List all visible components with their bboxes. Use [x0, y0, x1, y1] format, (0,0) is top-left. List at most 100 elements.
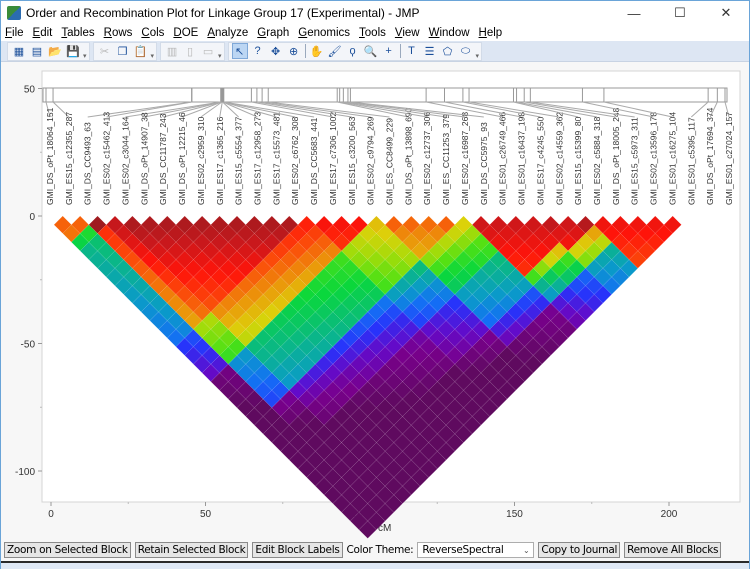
color-theme-value: ReverseSpectral — [422, 544, 504, 556]
crosshairs-plus-icon[interactable]: + — [381, 43, 397, 59]
marker-label[interactable]: GMI_DS_CC9493_63 — [83, 122, 93, 205]
marker-label[interactable]: GMI_ES02_c9794_269 — [366, 116, 376, 205]
marker-label[interactable]: GMI_ES01_c16437_198 — [517, 112, 527, 205]
columns-icon[interactable]: ▯ — [182, 43, 198, 59]
marker-label[interactable]: GMI_DS_oPt_17694_374 — [705, 107, 715, 205]
marker-label[interactable]: GMI_ES02_c16987_268 — [460, 112, 470, 205]
y-tick-label: 50 — [24, 85, 36, 96]
new-data-table-icon[interactable]: ▦ — [11, 43, 27, 59]
save-icon[interactable]: 💾 — [65, 43, 81, 59]
marker-label[interactable]: GMI_DS_oPt_18005_248 — [611, 107, 621, 205]
marker-label[interactable]: GMI_DS_oPt_13898_690 — [403, 107, 413, 205]
toolbar-separator — [304, 44, 306, 58]
y-tick-label: -50 — [21, 340, 36, 351]
help-icon[interactable]: ? — [250, 43, 266, 59]
toolbar-overflow-icon[interactable]: ▾ — [83, 52, 87, 60]
menu-graph[interactable]: Graph — [257, 27, 289, 39]
minimize-button[interactable]: — — [611, 1, 657, 25]
copy-icon[interactable]: ❐ — [115, 43, 131, 59]
marker-label[interactable]: GMI_ES17_c1365_216 — [215, 116, 225, 205]
marker-label[interactable]: GMI_ES02_c6762_308 — [290, 116, 300, 205]
toolbar-overflow-icon[interactable]: ▾ — [218, 52, 222, 60]
recombination-plot[interactable]: 500-50-100050100150200cMGMI_DS_oPt_18064… — [1, 63, 749, 539]
status-bar — [1, 561, 749, 569]
marker-label[interactable]: GMI_DS_oPt_18064_151 — [45, 107, 55, 205]
menu-bar: File Edit Tables Rows Cols DOE Analyze Graph Gen… — [1, 25, 749, 41]
edit-block-labels-button[interactable]: Edit Block Labels — [252, 542, 343, 558]
menu-analyze[interactable]: Analyze — [207, 27, 248, 39]
menu-tables[interactable]: Tables — [61, 27, 94, 39]
marker-label[interactable]: GMI_ES02_c5884_318 — [592, 116, 602, 205]
new-script-icon[interactable]: ▤ — [29, 43, 45, 59]
marker-label[interactable]: GMI_ES17_c15573_481 — [271, 112, 281, 205]
rows-icon[interactable]: ▭ — [200, 43, 216, 59]
chevron-down-icon: ⌄ — [523, 545, 530, 555]
x-tick-label: 0 — [48, 509, 54, 520]
marker-label[interactable]: GMI_ES02_c15462_413 — [102, 112, 112, 205]
toolbar-separator — [399, 44, 401, 58]
table-icon[interactable]: ▥ — [164, 43, 180, 59]
ellipse-icon[interactable]: ⬭ — [458, 43, 474, 59]
menu-rows[interactable]: Rows — [104, 27, 133, 39]
toolbar-overflow-icon[interactable]: ▾ — [151, 52, 155, 60]
magnifier-icon[interactable]: 🔍 — [363, 43, 379, 59]
marker-label[interactable]: GMI_ES15_c5554_377 — [234, 116, 244, 205]
lines-arrow-icon[interactable]: ☰ — [422, 43, 438, 59]
marker-label[interactable]: GMI_ES15_c3200_563 — [347, 116, 357, 205]
maximize-button[interactable]: ☐ — [657, 1, 703, 25]
color-theme-select[interactable]: ReverseSpectral ⌄ — [417, 542, 535, 558]
marker-label[interactable]: GMI_ES01_c26749_466 — [498, 112, 508, 205]
marker-label[interactable]: GMI_ES17_c4245_550 — [535, 116, 545, 205]
toolbar-overflow-icon[interactable]: ▾ — [476, 52, 480, 60]
menu-doe[interactable]: DOE — [173, 27, 198, 39]
marker-label[interactable]: GMI_ES_CC11253_379 — [441, 114, 451, 205]
menu-cols[interactable]: Cols — [141, 27, 164, 39]
marker-label[interactable]: GMI_ES15_c12355_287 — [64, 112, 74, 205]
toolbar-group: ✂ ❐ 📋 ▾ — [92, 41, 158, 61]
retain-selected-block-button[interactable]: Retain Selected Block — [134, 542, 249, 558]
marker-label[interactable]: GMI_ES02_c14559_362 — [554, 112, 564, 205]
title-bar: Order and Recombination Plot for Linkage… — [1, 1, 749, 25]
menu-edit[interactable]: Edit — [33, 27, 53, 39]
zoom-on-selected-block-button[interactable]: Zoom on Selected Block — [4, 542, 131, 558]
marker-label[interactable]: GMI_ES02_c12737_306 — [422, 112, 432, 205]
cut-icon[interactable]: ✂ — [97, 43, 113, 59]
remove-all-blocks-button[interactable]: Remove All Blocks — [624, 542, 722, 558]
menu-help[interactable]: Help — [479, 27, 503, 39]
copy-to-journal-button[interactable]: Copy to Journal — [538, 542, 621, 558]
paste-icon[interactable]: 📋 — [133, 43, 149, 59]
menu-tools[interactable]: Tools — [359, 27, 386, 39]
crosshair-icon[interactable]: ✥ — [268, 43, 284, 59]
marker-label[interactable]: GMI_ES17_c7306_1002 — [328, 112, 338, 205]
lasso-icon[interactable]: ϙ — [345, 43, 361, 59]
marker-label[interactable]: GMI_ES02_c13596_178 — [649, 112, 659, 205]
marker-label[interactable]: GMI_DS_oPt_14907_38 — [139, 112, 149, 205]
brush-select-icon[interactable]: ⊕ — [286, 43, 302, 59]
close-button[interactable]: ✕ — [703, 1, 749, 25]
marker-label[interactable]: GMI_ES15_c5973_311 — [630, 117, 640, 205]
hand-icon[interactable]: ✋ — [309, 43, 325, 59]
marker-label[interactable]: GMI_ES01_c16275_104 — [667, 112, 677, 205]
polygon-icon[interactable]: ⬠ — [440, 43, 456, 59]
x-tick-label: 150 — [506, 509, 523, 520]
marker-label[interactable]: GMI_ES17_c12958_273 — [252, 112, 262, 205]
marker-label[interactable]: GMI_DS_CC5975_93 — [479, 122, 489, 205]
marker-label[interactable]: GMI_DS_CC5683_441 — [309, 117, 319, 205]
marker-label[interactable]: GMI_ES02_c2959_310 — [196, 116, 206, 205]
arrow-pointer-icon[interactable]: ↖ — [231, 43, 248, 59]
annotate-icon[interactable]: T — [404, 43, 420, 59]
marker-label[interactable]: GMI_ES01_c27024_157 — [724, 112, 734, 205]
marker-label[interactable]: GMI_DS_CC11787_243 — [158, 113, 168, 205]
menu-window[interactable]: Window — [429, 27, 470, 39]
paint-brush-icon[interactable]: 🖌 — [327, 43, 343, 59]
menu-file[interactable]: File — [5, 27, 24, 39]
window-title: Order and Recombination Plot for Linkage… — [26, 6, 420, 20]
menu-genomics[interactable]: Genomics — [298, 27, 350, 39]
marker-label[interactable]: GMI_DS_oPt_12215_46 — [177, 112, 187, 205]
menu-view[interactable]: View — [395, 27, 420, 39]
marker-label[interactable]: GMI_ES15_c15399_80 — [573, 116, 583, 205]
marker-label[interactable]: GMI_ES01_c5395_117 — [686, 117, 696, 205]
marker-label[interactable]: GMI_ES02_c3044_164 — [120, 116, 130, 205]
marker-label[interactable]: GMI_ES_CC8499_229 — [385, 118, 395, 205]
open-folder-icon[interactable]: 📂 — [47, 43, 63, 59]
